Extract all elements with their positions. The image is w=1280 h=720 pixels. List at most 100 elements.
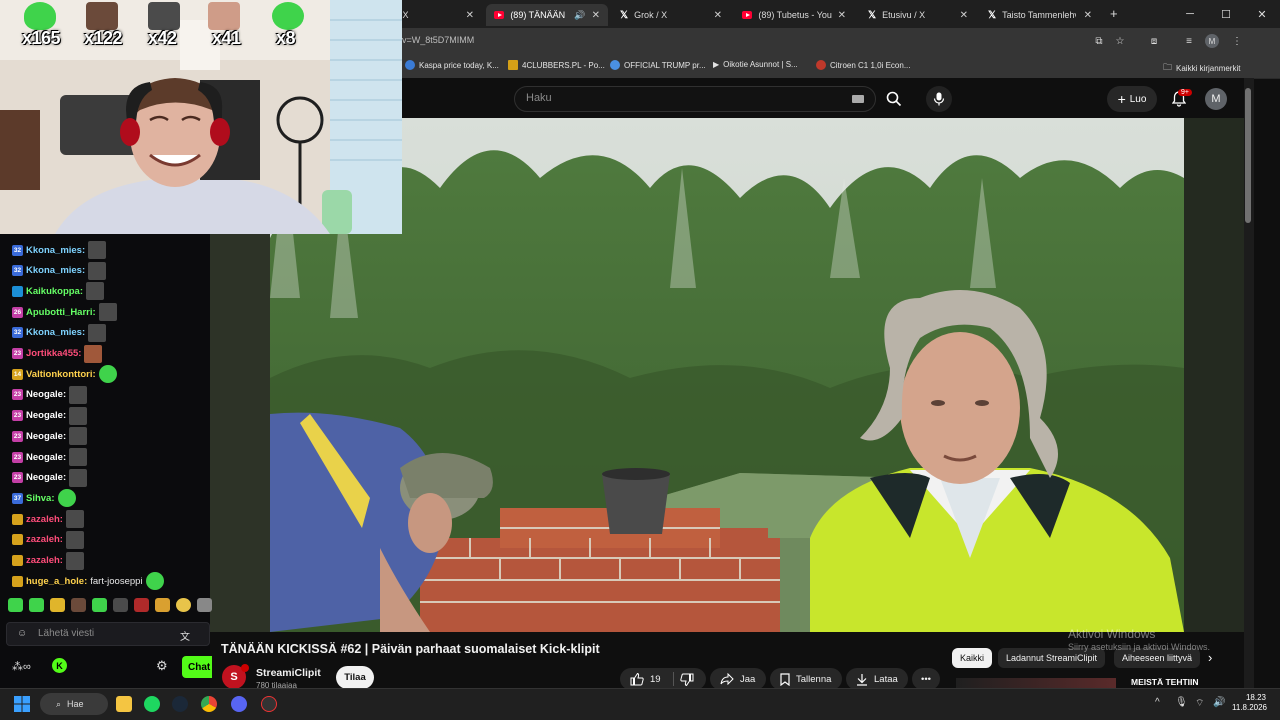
tab-etusivu[interactable]: 𝕏 Etusivu / X ✕ <box>860 4 976 26</box>
download-button[interactable]: Lataa <box>846 668 908 690</box>
tab-tubetus[interactable]: (89) Tubetus - YouTube ✕ <box>734 4 854 26</box>
emote-icon[interactable] <box>71 598 86 612</box>
cast-icon[interactable]: ⧉ <box>1091 33 1107 49</box>
all-bookmarks[interactable]: 🗀 Kaikki kirjanmerkit <box>1163 60 1240 76</box>
pepe-emote-icon <box>24 2 56 30</box>
chat-username[interactable]: Jortikka455: <box>26 348 81 359</box>
voice-search-button[interactable] <box>926 86 952 112</box>
address-bar-url[interactable]: v=W_8t5D7MIMM <box>402 35 474 45</box>
recommended-thumbnail[interactable] <box>956 678 1116 688</box>
subscribe-button[interactable]: Tilaa <box>336 666 374 689</box>
menu-kebab-icon[interactable]: ⋮ <box>1229 33 1245 49</box>
chat-username[interactable]: Neogale: <box>26 472 66 483</box>
notification-count-badge: 9+ <box>1178 89 1192 96</box>
tray-chevron-icon[interactable]: ^ <box>1155 697 1160 708</box>
chat-username[interactable]: Neogale: <box>26 410 66 421</box>
chat-username[interactable]: Sihva: <box>26 493 55 504</box>
microphone-tray-icon[interactable]: 🎙 <box>1175 697 1188 708</box>
bookmark-star-icon[interactable]: ☆ <box>1112 33 1128 49</box>
chat-username[interactable]: Apubotti_Harri: <box>26 307 96 318</box>
emote-icon[interactable] <box>8 598 23 612</box>
network-icon[interactable]: ⌔ <box>1195 697 1204 710</box>
chat-username[interactable]: zazaleh: <box>26 534 63 545</box>
pepe-emote-icon <box>272 2 304 30</box>
chevron-right-icon[interactable]: › <box>1208 650 1212 665</box>
chat-username[interactable]: Neogale: <box>26 389 66 400</box>
maximize-icon[interactable]: ☐ <box>1208 0 1244 28</box>
channel-name[interactable]: StreamiClipit <box>256 667 321 679</box>
speaker-icon[interactable]: 🔊 <box>574 10 585 21</box>
obs-icon[interactable] <box>261 696 277 712</box>
save-button[interactable]: Tallenna <box>770 668 842 690</box>
more-actions-button[interactable]: ••• <box>912 668 940 690</box>
bookmark-item[interactable]: 4CLUBBERS.PL - Po... <box>508 60 605 70</box>
close-tab-icon[interactable]: ✕ <box>960 10 968 21</box>
taskbar-search[interactable]: ⌕ Hae <box>40 693 108 715</box>
emote-icon[interactable] <box>134 598 149 612</box>
volume-icon[interactable]: 🔊 <box>1213 697 1225 708</box>
youtube-avatar[interactable]: M <box>1205 88 1227 110</box>
close-tab-icon[interactable]: ✕ <box>838 10 846 21</box>
close-window-icon[interactable]: ✕ <box>1244 0 1280 28</box>
share-button[interactable]: Jaa <box>710 668 766 690</box>
emote-icon[interactable] <box>176 598 191 612</box>
translate-icon[interactable]: 文 <box>180 628 190 643</box>
chip-all[interactable]: Kaikki <box>952 648 993 668</box>
new-tab-button[interactable]: + <box>1110 6 1118 21</box>
emote-icon[interactable] <box>155 598 170 612</box>
file-explorer-icon[interactable] <box>116 696 132 712</box>
extensions-icon[interactable]: ⧈ <box>1146 33 1162 49</box>
chrome-icon[interactable] <box>201 696 217 712</box>
discord-icon[interactable] <box>231 696 247 712</box>
chat-send-button[interactable]: Chat <box>182 656 212 678</box>
chat-username[interactable]: zazaleh: <box>26 555 63 566</box>
video-player[interactable] <box>270 118 1184 632</box>
chat-username[interactable]: zazaleh: <box>26 514 63 525</box>
emote-icon[interactable] <box>113 598 128 612</box>
emote-icon[interactable] <box>92 598 107 612</box>
tab-youtube-active[interactable]: (89) TÄNÄÄN KICKISSÄ 🔊 ✕ <box>486 4 608 26</box>
subscriber-badge-icon: 32 <box>12 265 23 277</box>
chat-username[interactable]: Kaikukoppa: <box>26 286 83 297</box>
search-button[interactable] <box>876 86 912 112</box>
create-button[interactable]: + Luo <box>1107 86 1157 112</box>
bookmark-item[interactable]: OFFICIAL TRUMP pr... <box>610 60 706 70</box>
chat-settings-gear-icon[interactable]: ⚙ <box>156 658 168 674</box>
chat-username[interactable]: Kkona_mies: <box>26 265 85 276</box>
tab-taisto[interactable]: 𝕏 Taisto Tammenlehvä ✕ <box>980 4 1100 26</box>
steam-icon[interactable] <box>172 696 188 712</box>
emote-icon[interactable] <box>50 598 65 612</box>
windows-start-icon[interactable] <box>14 696 30 717</box>
bookmark-item[interactable]: Citroen C1 1,0i Econ... <box>816 60 910 70</box>
close-tab-icon[interactable]: ✕ <box>714 10 722 21</box>
close-tab-icon[interactable]: ✕ <box>466 10 474 21</box>
chat-users-icon[interactable]: ⁂∞ <box>12 660 31 673</box>
minimize-icon[interactable]: ─ <box>1172 0 1208 28</box>
bookmark-item[interactable]: ▶ Oikotie Asunnot | S... <box>713 60 798 69</box>
chat-username[interactable]: Neogale: <box>26 431 66 442</box>
chat-emoji-icon[interactable]: ☺ <box>17 628 27 639</box>
chat-username[interactable]: Valtionkonttori: <box>26 369 96 380</box>
scrollbar-thumb[interactable] <box>1245 88 1251 223</box>
spotify-icon[interactable] <box>144 696 160 712</box>
like-button[interactable]: 19 <box>630 672 661 686</box>
chat-username[interactable]: huge_a_hole: <box>26 576 87 587</box>
recommended-title[interactable]: MEISTÄ TEHTIIN <box>1131 677 1199 687</box>
chat-username[interactable]: Kkona_mies: <box>26 327 85 338</box>
dislike-button[interactable] <box>679 673 694 686</box>
kick-logo-icon[interactable]: K <box>52 658 67 673</box>
close-tab-icon[interactable]: ✕ <box>592 10 600 21</box>
chat-username[interactable]: Kkona_mies: <box>26 245 85 256</box>
tab-grok[interactable]: 𝕏 Grok / X ✕ <box>612 4 730 26</box>
chat-username[interactable]: Neogale: <box>26 452 66 463</box>
keyboard-icon[interactable] <box>852 95 864 103</box>
taskbar-clock[interactable]: 18.23 11.8.2026 <box>1232 693 1267 713</box>
plus-icon: + <box>1117 91 1126 107</box>
emote-icon[interactable] <box>29 598 44 612</box>
bookmark-item[interactable]: Kaspa price today, K... <box>405 60 499 70</box>
close-tab-icon[interactable]: ✕ <box>1084 10 1092 21</box>
search-input[interactable] <box>514 86 876 112</box>
reading-list-icon[interactable]: ≡ <box>1181 33 1197 49</box>
profile-avatar[interactable]: M <box>1205 34 1219 48</box>
emote-icon[interactable] <box>197 598 212 612</box>
